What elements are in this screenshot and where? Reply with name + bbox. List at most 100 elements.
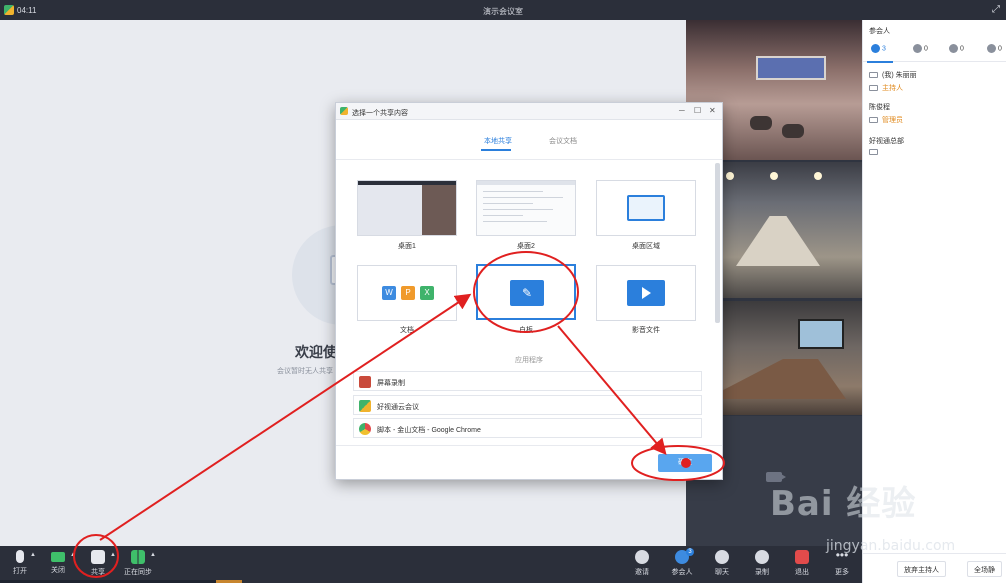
camera-label: 关闭 — [51, 567, 65, 574]
device-icon — [869, 149, 878, 156]
close-icon[interactable]: ✕ — [709, 106, 716, 115]
participant-name[interactable]: (我) 朱丽丽 — [869, 70, 917, 80]
record-icon — [755, 550, 769, 564]
video-table — [736, 216, 820, 266]
card-label: 影音文件 — [632, 327, 660, 334]
tab-underline — [867, 61, 893, 63]
share-card-desktop-area[interactable] — [596, 180, 696, 236]
self-marker: (我) — [882, 72, 894, 79]
invite-button[interactable]: 邀请 — [622, 550, 662, 577]
card-label: 桌面1 — [398, 243, 416, 250]
desktop-2-preview — [477, 181, 575, 235]
participant-name[interactable]: 好视通总部 — [869, 136, 904, 146]
app-item[interactable]: 脚本 - 金山文档 - Google Chrome — [353, 418, 702, 438]
chrome-icon — [359, 423, 371, 435]
user-icon — [871, 44, 880, 53]
participant-label: 好视通总部 — [869, 138, 904, 145]
tab-underline — [481, 149, 511, 151]
device-icon — [869, 85, 878, 92]
user-plus-icon — [987, 44, 996, 53]
share-label: 共享 — [91, 569, 105, 576]
camera-icon — [51, 552, 65, 562]
app-item[interactable]: 好视通云会议 — [353, 395, 702, 415]
tab-all-participants[interactable]: 3 — [871, 44, 886, 53]
app-name: 屏幕录制 — [377, 380, 405, 387]
record-button[interactable]: 录制 — [742, 550, 782, 577]
window-title: 演示会议室 — [483, 7, 523, 16]
give-up-host-button[interactable]: 放弃主持人 — [897, 561, 946, 577]
maximize-icon[interactable]: ☐ — [694, 106, 701, 115]
apps-section-label: 应用程序 — [515, 357, 543, 364]
video-light — [770, 172, 778, 180]
video-table — [706, 359, 846, 399]
share-card-document[interactable]: W P X — [357, 265, 457, 321]
dialog-title-bar: 选择一个共享内容 ─ ☐ ✕ — [336, 103, 722, 120]
sync-caret-icon[interactable]: ▲ — [150, 552, 156, 558]
participant-role — [869, 149, 882, 156]
mic-label: 打开 — [13, 568, 27, 575]
layout-icon — [131, 550, 145, 564]
participant-label: 陈俊程 — [869, 104, 890, 111]
panel-header: 参会人 — [869, 28, 890, 35]
exit-icon — [795, 550, 809, 564]
participant-filter-tabs: 3 0 0 0 — [863, 40, 1006, 63]
exit-button[interactable]: 退出 — [782, 550, 822, 577]
share-card-desktop-2[interactable] — [476, 180, 576, 236]
mic-icon — [913, 44, 922, 53]
mute-all-button[interactable]: 全场静 — [967, 561, 1002, 577]
role-label: 主持人 — [882, 85, 903, 92]
video-chair — [750, 116, 772, 130]
chat-button[interactable]: 聊天 — [702, 550, 742, 577]
participants-badge: 3 — [686, 548, 694, 556]
word-icon: W — [382, 286, 396, 300]
desktop-area-icon — [627, 195, 665, 221]
share-card-whiteboard[interactable]: ✎ — [476, 264, 576, 320]
camera-caret-icon[interactable]: ▲ — [70, 552, 76, 558]
panel-actions: 放弃主持人 全场静 — [863, 553, 1006, 583]
chat-icon — [715, 550, 729, 564]
screen-record-app-icon — [359, 376, 371, 388]
tab-count: 0 — [960, 45, 964, 53]
whiteboard-pen-icon: ✎ — [510, 280, 544, 306]
dialog-scrollbar[interactable] — [715, 163, 720, 323]
title-bar: 04:11 演示会议室 ⤢ — [0, 0, 1006, 20]
baidu-watermark: Bai 经验 — [770, 484, 917, 524]
confirm-button[interactable]: 确定 — [658, 454, 712, 472]
video-light — [814, 172, 822, 180]
meeting-toolbar: 打开 ▲ 关闭 ▲ 共享 ▲ 正在同步 ▲ 邀请 3 参会人 聊天 录制 退出 •… — [0, 546, 862, 583]
card-label: 桌面区域 — [632, 243, 660, 250]
ppt-icon: P — [401, 286, 415, 300]
mic-caret-icon[interactable]: ▲ — [30, 552, 36, 558]
participant-role: 管理员 — [869, 115, 903, 125]
tab-count: 3 — [882, 45, 886, 53]
invite-label: 邀请 — [635, 569, 649, 576]
app-window: 04:11 演示会议室 ⤢ 欢迎使 会议暂时无人共享 部 — [0, 0, 1006, 583]
app-item[interactable]: 屏幕录制 — [353, 371, 702, 391]
minimize-icon[interactable]: ─ — [679, 106, 685, 115]
share-screen-icon — [91, 550, 105, 564]
tab-other[interactable]: 0 — [987, 44, 1002, 53]
desktop-1-preview — [358, 181, 456, 235]
excel-icon: X — [420, 286, 434, 300]
participants-button[interactable]: 3 参会人 — [662, 548, 702, 577]
tab-speaking[interactable]: 0 — [913, 44, 928, 53]
tab-count: 0 — [924, 45, 928, 53]
participant-name[interactable]: 陈俊程 — [869, 102, 890, 112]
share-caret-icon[interactable]: ▲ — [110, 552, 116, 558]
tab-local-share[interactable]: 本地共享 — [484, 136, 512, 146]
record-label: 录制 — [755, 569, 769, 576]
fullscreen-icon[interactable]: ⤢ — [992, 4, 1000, 15]
more-button[interactable]: ••• 更多 — [822, 549, 862, 577]
hand-icon — [949, 44, 958, 53]
app-name: 好视通云会议 — [377, 404, 419, 411]
tab-hand-raised[interactable]: 0 — [949, 44, 964, 53]
share-card-desktop-1[interactable] — [357, 180, 457, 236]
share-content-dialog: 选择一个共享内容 ─ ☐ ✕ 本地共享 会议文档 桌面1 桌面2 桌面区域 W … — [335, 102, 723, 480]
app-logo-icon — [340, 107, 348, 115]
share-card-media-file[interactable] — [596, 265, 696, 321]
video-chair — [782, 124, 804, 138]
tab-meeting-docs[interactable]: 会议文档 — [549, 136, 577, 146]
add-user-icon — [635, 550, 649, 564]
welcome-subtitle: 会议暂时无人共享 — [277, 368, 333, 375]
dialog-title: 选择一个共享内容 — [352, 110, 408, 117]
